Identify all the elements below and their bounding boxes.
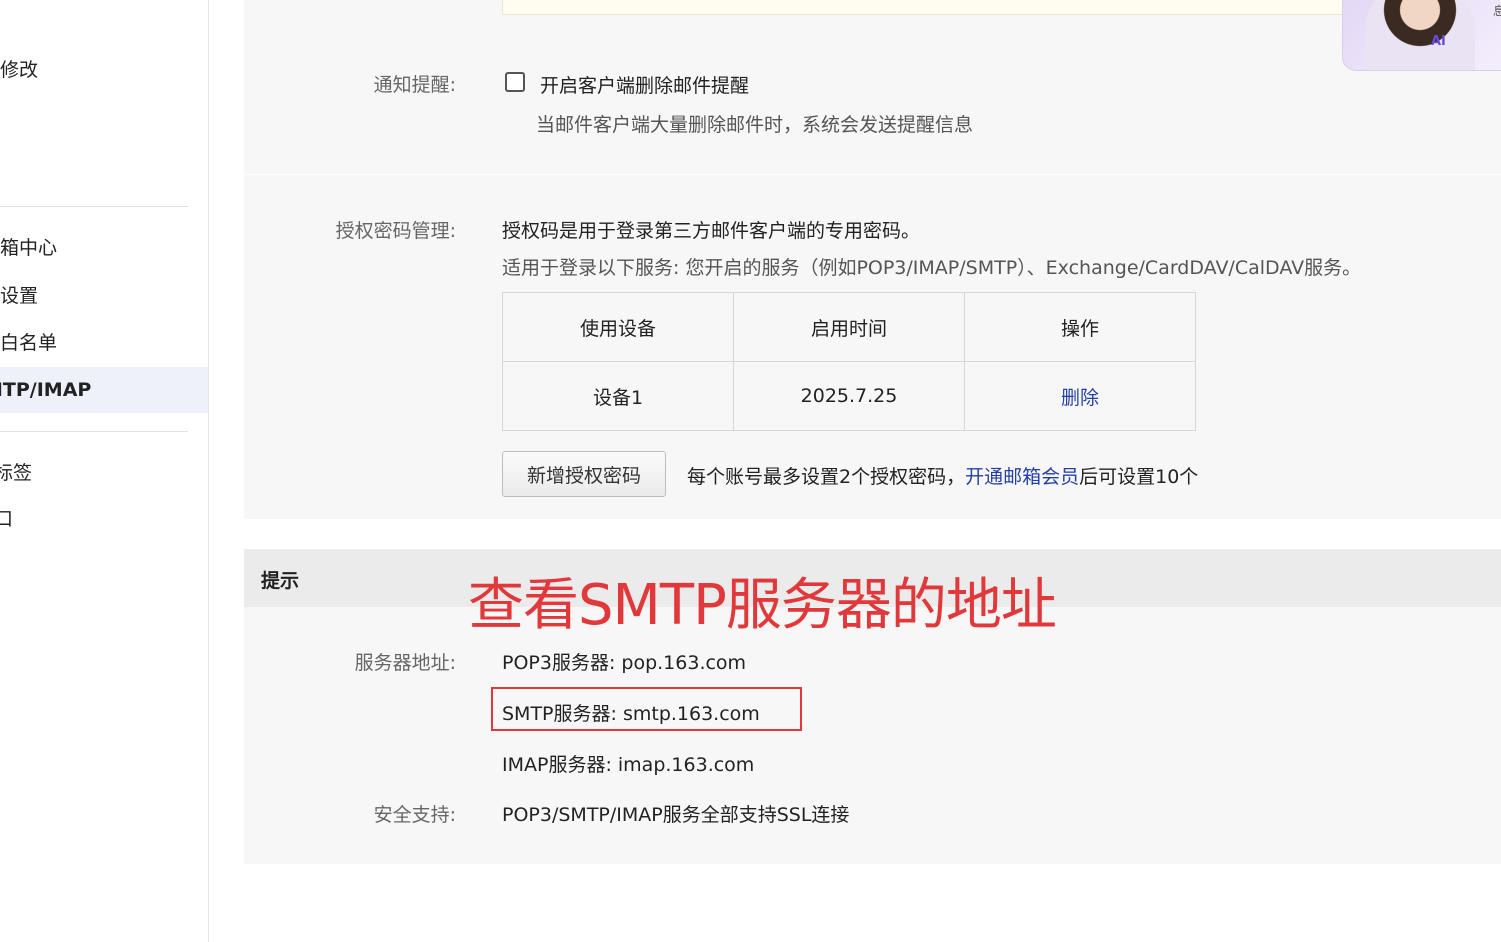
sidebar-item-tags[interactable]: 标签: [0, 450, 208, 496]
add-auth-password-button[interactable]: 新增授权密码: [502, 451, 666, 497]
ai-badge: AI: [1431, 34, 1446, 49]
delete-reminder-label[interactable]: 开启客户端删除邮件提醒: [540, 71, 749, 98]
smtp-highlight-box: [491, 687, 802, 731]
ai-avatar-icon: [1365, 0, 1475, 70]
delete-reminder-checkbox[interactable]: [505, 72, 525, 92]
sidebar-item-label: 设置: [0, 285, 39, 307]
sidebar-divider: [0, 431, 188, 432]
device-cell: 设备1: [502, 361, 734, 431]
imap-server: IMAP服务器: imap.163.com: [502, 754, 755, 776]
sidebar-item-settings[interactable]: 设置: [0, 273, 208, 319]
sidebar-item-modify[interactable]: 修改: [0, 47, 208, 93]
table-header-row: 使用设备 启用时间 操作: [502, 292, 1196, 362]
delete-reminder-description: 当邮件客户端大量删除邮件时，系统会发送提醒信息: [536, 114, 974, 136]
sidebar-item-mailbox-center[interactable]: 箱中心: [0, 225, 208, 271]
sidebar-item-whitelist[interactable]: 黑白名单: [0, 320, 208, 366]
sidebar-divider: [0, 206, 188, 207]
auth-limit-note: 每个账号最多设置2个授权密码，开通邮箱会员后可设置10个: [687, 462, 1198, 489]
auth-device-table: 使用设备 启用时间 操作 设备1 2025.7.25 删除: [502, 292, 1196, 431]
sidebar-item-label: 口: [0, 508, 14, 530]
notify-label: 通知提醒:: [373, 74, 456, 96]
table-row: 设备1 2025.7.25 删除: [502, 361, 1196, 431]
ai-assistant-widget[interactable]: AI 息: [1342, 0, 1501, 71]
table-header-device: 使用设备: [502, 292, 734, 362]
tips-title: 提示: [261, 570, 300, 592]
ai-edge-text: 息: [1493, 2, 1501, 19]
sidebar-item-smtp-imap[interactable]: MTP/IMAP: [0, 367, 208, 413]
time-cell: 2025.7.25: [733, 361, 965, 431]
sidebar-item-label: 黑白名单: [0, 332, 58, 354]
delete-link[interactable]: 删除: [1061, 387, 1099, 409]
auth-limit-suffix: 后可设置10个: [1079, 466, 1199, 488]
sidebar-item-label: 修改: [0, 59, 39, 81]
sidebar-item-label: MTP/IMAP: [0, 379, 92, 401]
action-cell: 删除: [964, 361, 1196, 431]
auth-intro: 授权码是用于登录第三方邮件客户端的专用密码。: [502, 220, 921, 242]
auth-limit-prefix: 每个账号最多设置2个授权密码，: [687, 466, 966, 488]
pop3-server: POP3服务器: pop.163.com: [502, 652, 747, 674]
annotation-text: 查看SMTP服务器的地址: [468, 573, 1057, 638]
security-label: 安全支持:: [373, 804, 456, 826]
security-support: POP3/SMTP/IMAP服务全部支持SSL连接: [502, 804, 850, 826]
notice-strip: [502, 0, 1362, 15]
server-label: 服务器地址:: [354, 652, 456, 674]
sidebar-item-label: 标签: [0, 462, 33, 484]
auth-services: 适用于登录以下服务: 您开启的服务（例如POP3/IMAP/SMTP）、Exch…: [502, 257, 1362, 279]
sidebar: 修改 箱中心 设置 黑白名单 MTP/IMAP 标签 口: [0, 0, 209, 942]
auth-label: 授权密码管理:: [335, 220, 456, 242]
table-header-action: 操作: [964, 292, 1196, 362]
sidebar-item-port[interactable]: 口: [0, 496, 208, 542]
vip-link[interactable]: 开通邮箱会员: [965, 466, 1079, 488]
table-header-time: 启用时间: [733, 292, 965, 362]
sidebar-item-label: 箱中心: [0, 237, 58, 259]
